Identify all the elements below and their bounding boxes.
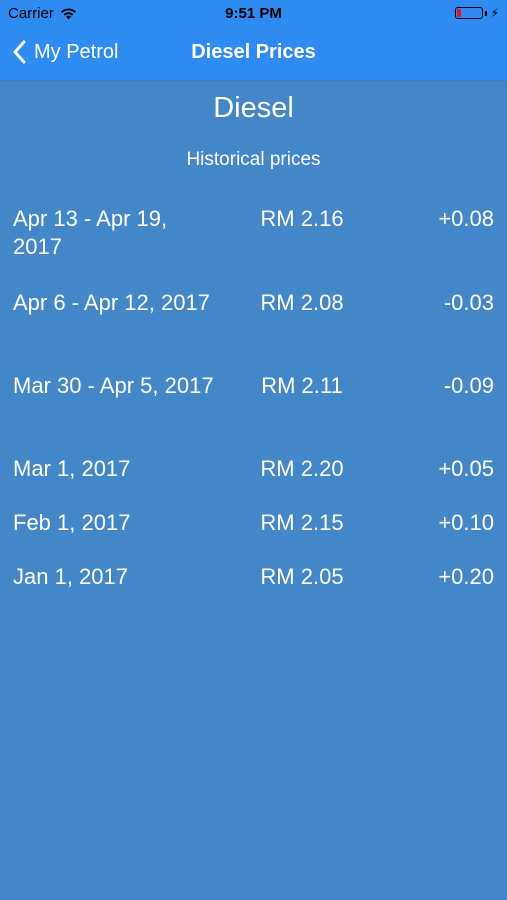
- row-date: Mar 30 - Apr 5, 2017: [13, 373, 214, 398]
- status-bar: Carrier 9:51 PM ⚡: [0, 0, 507, 28]
- battery-icon: [454, 7, 483, 19]
- battery-indicator: ⚡: [454, 6, 499, 20]
- row-date: Apr 6 - Apr 12, 2017: [13, 290, 210, 315]
- page-subtitle: Historical prices: [186, 149, 321, 170]
- row-date: Feb 1, 2017: [13, 510, 131, 535]
- row-price: RM 2.20: [260, 456, 344, 481]
- row-date: Mar 1, 2017: [13, 456, 131, 481]
- row-date: Apr 13 - Apr 19, 2017: [13, 206, 168, 259]
- price-row: Feb 1, 2017 RM 2.15 +0.10: [0, 509, 507, 563]
- row-change: +0.20: [438, 564, 494, 589]
- price-row: Apr 13 - Apr 19, 2017 RM 2.16 +0.08: [0, 205, 507, 289]
- price-row: Jan 1, 2017 RM 2.05 +0.20: [0, 563, 507, 617]
- row-price: RM 2.11: [261, 373, 343, 398]
- price-history-list: Apr 13 - Apr 19, 2017 RM 2.16 +0.08 Apr …: [0, 205, 507, 617]
- battery-tip: [484, 10, 487, 16]
- row-price: RM 2.15: [260, 510, 344, 535]
- row-change: +0.10: [438, 510, 494, 535]
- row-price: RM 2.08: [260, 290, 344, 315]
- price-row: Mar 1, 2017 RM 2.20 +0.05: [0, 455, 507, 509]
- status-time: 9:51 PM: [225, 5, 282, 22]
- row-change: -0.09: [443, 373, 494, 398]
- row-price: RM 2.16: [260, 206, 344, 231]
- charging-bolt-icon: ⚡: [490, 6, 499, 20]
- row-change: -0.03: [443, 290, 494, 315]
- navigation-bar: My Petrol Diesel Prices: [0, 28, 507, 81]
- price-row: Apr 6 - Apr 12, 2017 RM 2.08 -0.03: [0, 289, 507, 372]
- price-row: Mar 30 - Apr 5, 2017 RM 2.11 -0.09: [0, 372, 507, 455]
- row-change: +0.05: [438, 456, 494, 481]
- nav-title: Diesel Prices: [191, 41, 316, 63]
- page-title: Diesel: [213, 92, 294, 124]
- row-price: RM 2.05: [260, 564, 344, 589]
- row-date: Jan 1, 2017: [13, 564, 128, 589]
- battery-level: [456, 9, 461, 17]
- row-change: +0.08: [438, 206, 494, 231]
